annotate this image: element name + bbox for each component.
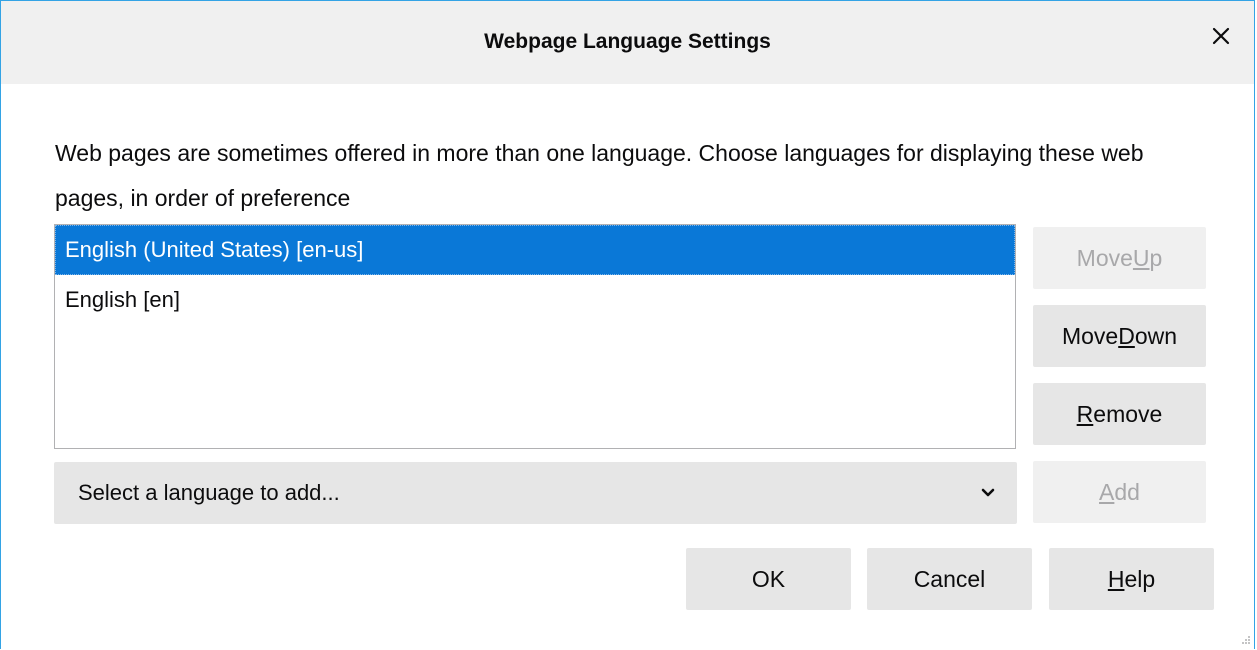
list-item-label: English [en] bbox=[65, 287, 180, 312]
list-item[interactable]: English (United States) [en-us] bbox=[55, 225, 1015, 275]
close-button[interactable] bbox=[1206, 21, 1236, 51]
accesskey: H bbox=[1107, 565, 1125, 592]
list-item-label: English (United States) [en-us] bbox=[65, 237, 364, 262]
accesskey: D bbox=[1118, 322, 1135, 349]
button-label: elp bbox=[1124, 565, 1156, 592]
button-label: emove bbox=[1093, 400, 1163, 427]
dialog-title: Webpage Language Settings bbox=[484, 30, 771, 53]
button-label: dd bbox=[1114, 478, 1140, 505]
button-label: p bbox=[1149, 244, 1163, 271]
move-down-button[interactable]: Move Down bbox=[1033, 305, 1206, 367]
list-item[interactable]: English [en] bbox=[55, 275, 1015, 325]
cancel-button[interactable]: Cancel bbox=[867, 548, 1032, 610]
help-button[interactable]: Help bbox=[1049, 548, 1214, 610]
accesskey: A bbox=[1099, 478, 1115, 505]
language-settings-dialog: Webpage Language Settings Web pages are … bbox=[0, 0, 1255, 649]
remove-button[interactable]: Remove bbox=[1033, 383, 1206, 445]
accesskey: U bbox=[1132, 244, 1150, 271]
close-icon bbox=[1212, 27, 1230, 45]
add-button[interactable]: Add bbox=[1033, 461, 1206, 523]
ok-button[interactable]: OK bbox=[686, 548, 851, 610]
accesskey: R bbox=[1076, 400, 1094, 427]
title-bar: Webpage Language Settings bbox=[1, 1, 1254, 84]
description-text: Web pages are sometimes offered in more … bbox=[55, 140, 1144, 211]
resize-grip-icon[interactable] bbox=[1239, 634, 1251, 646]
move-up-button[interactable]: Move Up bbox=[1033, 227, 1206, 289]
language-select[interactable]: Select a language to add... bbox=[54, 462, 1017, 524]
button-label: Move bbox=[1076, 244, 1133, 271]
chevron-down-icon bbox=[981, 488, 995, 497]
language-list[interactable]: English (United States) [en-us] English … bbox=[54, 224, 1016, 449]
button-label: Move bbox=[1061, 322, 1119, 349]
select-label: Select a language to add... bbox=[78, 480, 340, 505]
button-label: OK bbox=[751, 565, 786, 592]
button-label: Cancel bbox=[913, 565, 986, 592]
button-label: own bbox=[1134, 322, 1178, 349]
